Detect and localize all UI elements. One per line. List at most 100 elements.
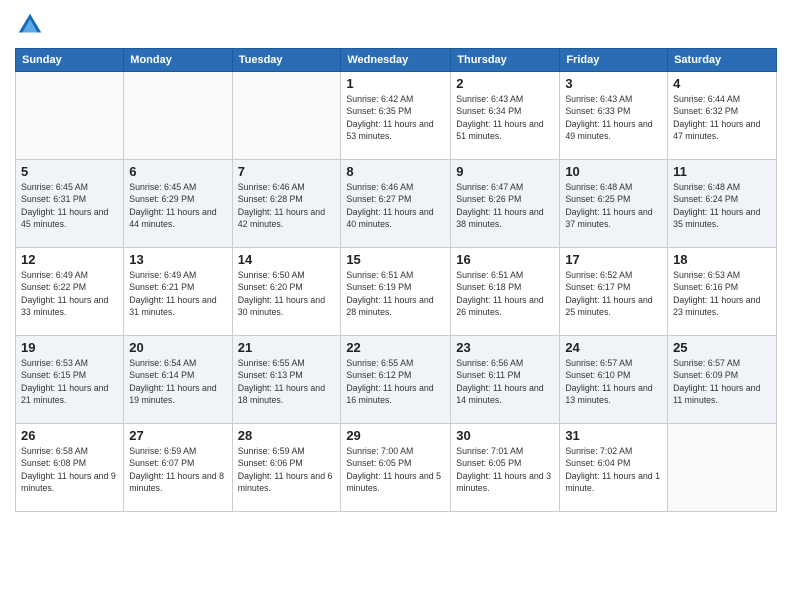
day-number: 19 [21,340,118,355]
day-number: 21 [238,340,336,355]
calendar-table: SundayMondayTuesdayWednesdayThursdayFrid… [15,48,777,512]
day-info: Sunrise: 6:49 AMSunset: 6:22 PMDaylight:… [21,269,118,318]
day-cell-13: 13Sunrise: 6:49 AMSunset: 6:21 PMDayligh… [124,248,232,336]
day-info: Sunrise: 6:44 AMSunset: 6:32 PMDaylight:… [673,93,771,142]
day-info: Sunrise: 6:43 AMSunset: 6:34 PMDaylight:… [456,93,554,142]
day-info: Sunrise: 6:56 AMSunset: 6:11 PMDaylight:… [456,357,554,406]
day-cell-21: 21 Sunrise: 6:55 AMSunset: 6:13 PMDayligh… [232,336,341,424]
day-cell-29: 29 Sunrise: 7:00 AMSunset: 6:05 PMDayligh… [341,424,451,512]
day-info: Sunrise: 6:57 AMSunset: 6:09 PMDaylight:… [673,357,771,406]
day-number: 26 [21,428,118,443]
day-info: Sunrise: 6:53 AMSunset: 6:15 PMDaylight:… [21,357,118,406]
day-cell-7: 7 Sunrise: 6:46 AMSunset: 6:28 PMDaylight… [232,160,341,248]
day-number: 25 [673,340,771,355]
day-cell-20: 20 Sunrise: 6:54 AMSunset: 6:14 PMDayligh… [124,336,232,424]
day-number: 2 [456,76,554,91]
day-number: 23 [456,340,554,355]
day-number: 17 [565,252,662,267]
day-cell-14: 14Sunrise: 6:50 AMSunset: 6:20 PMDayligh… [232,248,341,336]
day-info: Sunrise: 6:48 AMSunset: 6:24 PMDaylight:… [673,181,771,230]
day-header-friday: Friday [560,49,668,72]
empty-cell [124,72,232,160]
day-info: Sunrise: 6:46 AMSunset: 6:27 PMDaylight:… [346,181,445,230]
day-number: 10 [565,164,662,179]
day-cell-22: 22 Sunrise: 6:55 AMSunset: 6:12 PMDayligh… [341,336,451,424]
day-header-wednesday: Wednesday [341,49,451,72]
week-row-4: 19 Sunrise: 6:53 AMSunset: 6:15 PMDayligh… [16,336,777,424]
day-number: 16 [456,252,554,267]
day-info: Sunrise: 6:54 AMSunset: 6:14 PMDaylight:… [129,357,226,406]
day-cell-17: 17 Sunrise: 6:52 AMSunset: 6:17 PMDayligh… [560,248,668,336]
day-cell-28: 28Sunrise: 6:59 AMSunset: 6:06 PMDayligh… [232,424,341,512]
day-number: 15 [346,252,445,267]
day-cell-18: 18Sunrise: 6:53 AMSunset: 6:16 PMDayligh… [668,248,777,336]
day-header-thursday: Thursday [451,49,560,72]
day-cell-19: 19 Sunrise: 6:53 AMSunset: 6:15 PMDayligh… [16,336,124,424]
day-info: Sunrise: 7:01 AMSunset: 6:05 PMDaylight:… [456,445,554,494]
day-info: Sunrise: 6:57 AMSunset: 6:10 PMDaylight:… [565,357,662,406]
day-info: Sunrise: 6:58 AMSunset: 6:08 PMDaylight:… [21,445,118,494]
day-info: Sunrise: 6:51 AMSunset: 6:18 PMDaylight:… [456,269,554,318]
day-number: 22 [346,340,445,355]
logo [15,10,49,40]
day-cell-27: 27Sunrise: 6:59 AMSunset: 6:07 PMDayligh… [124,424,232,512]
day-info: Sunrise: 6:45 AMSunset: 6:29 PMDaylight:… [129,181,226,230]
day-number: 20 [129,340,226,355]
empty-cell [232,72,341,160]
week-row-1: 1 Sunrise: 6:42 AMSunset: 6:35 PMDaylight… [16,72,777,160]
day-number: 30 [456,428,554,443]
day-cell-5: 5 Sunrise: 6:45 AMSunset: 6:31 PMDaylight… [16,160,124,248]
day-number: 27 [129,428,226,443]
day-number: 12 [21,252,118,267]
day-cell-25: 25 Sunrise: 6:57 AMSunset: 6:09 PMDayligh… [668,336,777,424]
day-number: 1 [346,76,445,91]
day-cell-30: 30 Sunrise: 7:01 AMSunset: 6:05 PMDayligh… [451,424,560,512]
day-info: Sunrise: 6:43 AMSunset: 6:33 PMDaylight:… [565,93,662,142]
day-number: 6 [129,164,226,179]
day-cell-15: 15 Sunrise: 6:51 AMSunset: 6:19 PMDayligh… [341,248,451,336]
day-cell-12: 12 Sunrise: 6:49 AMSunset: 6:22 PMDayligh… [16,248,124,336]
day-info: Sunrise: 6:51 AMSunset: 6:19 PMDaylight:… [346,269,445,318]
day-info: Sunrise: 6:42 AMSunset: 6:35 PMDaylight:… [346,93,445,142]
day-info: Sunrise: 6:52 AMSunset: 6:17 PMDaylight:… [565,269,662,318]
day-number: 3 [565,76,662,91]
week-row-5: 26 Sunrise: 6:58 AMSunset: 6:08 PMDayligh… [16,424,777,512]
day-cell-10: 10Sunrise: 6:48 AMSunset: 6:25 PMDayligh… [560,160,668,248]
day-cell-31: 31Sunrise: 7:02 AMSunset: 6:04 PMDayligh… [560,424,668,512]
day-number: 29 [346,428,445,443]
day-cell-26: 26 Sunrise: 6:58 AMSunset: 6:08 PMDayligh… [16,424,124,512]
day-number: 7 [238,164,336,179]
day-cell-1: 1 Sunrise: 6:42 AMSunset: 6:35 PMDaylight… [341,72,451,160]
day-info: Sunrise: 6:46 AMSunset: 6:28 PMDaylight:… [238,181,336,230]
day-number: 28 [238,428,336,443]
day-number: 4 [673,76,771,91]
day-cell-4: 4 Sunrise: 6:44 AMSunset: 6:32 PMDaylight… [668,72,777,160]
day-cell-6: 6 Sunrise: 6:45 AMSunset: 6:29 PMDaylight… [124,160,232,248]
day-cell-2: 2 Sunrise: 6:43 AMSunset: 6:34 PMDaylight… [451,72,560,160]
day-header-saturday: Saturday [668,49,777,72]
day-info: Sunrise: 6:45 AMSunset: 6:31 PMDaylight:… [21,181,118,230]
day-cell-24: 24Sunrise: 6:57 AMSunset: 6:10 PMDayligh… [560,336,668,424]
day-info: Sunrise: 6:50 AMSunset: 6:20 PMDaylight:… [238,269,336,318]
day-info: Sunrise: 6:49 AMSunset: 6:21 PMDaylight:… [129,269,226,318]
day-info: Sunrise: 6:53 AMSunset: 6:16 PMDaylight:… [673,269,771,318]
day-cell-8: 8 Sunrise: 6:46 AMSunset: 6:27 PMDaylight… [341,160,451,248]
day-number: 11 [673,164,771,179]
day-header-tuesday: Tuesday [232,49,341,72]
day-number: 8 [346,164,445,179]
day-info: Sunrise: 7:00 AMSunset: 6:05 PMDaylight:… [346,445,445,494]
day-cell-11: 11 Sunrise: 6:48 AMSunset: 6:24 PMDayligh… [668,160,777,248]
day-cell-3: 3 Sunrise: 6:43 AMSunset: 6:33 PMDaylight… [560,72,668,160]
page: SundayMondayTuesdayWednesdayThursdayFrid… [0,0,792,612]
day-number: 5 [21,164,118,179]
header-row: SundayMondayTuesdayWednesdayThursdayFrid… [16,49,777,72]
week-row-3: 12 Sunrise: 6:49 AMSunset: 6:22 PMDayligh… [16,248,777,336]
logo-icon [15,10,45,40]
empty-cell [16,72,124,160]
day-cell-23: 23 Sunrise: 6:56 AMSunset: 6:11 PMDayligh… [451,336,560,424]
day-info: Sunrise: 7:02 AMSunset: 6:04 PMDaylight:… [565,445,662,494]
day-header-sunday: Sunday [16,49,124,72]
day-info: Sunrise: 6:55 AMSunset: 6:13 PMDaylight:… [238,357,336,406]
day-info: Sunrise: 6:47 AMSunset: 6:26 PMDaylight:… [456,181,554,230]
day-info: Sunrise: 6:55 AMSunset: 6:12 PMDaylight:… [346,357,445,406]
